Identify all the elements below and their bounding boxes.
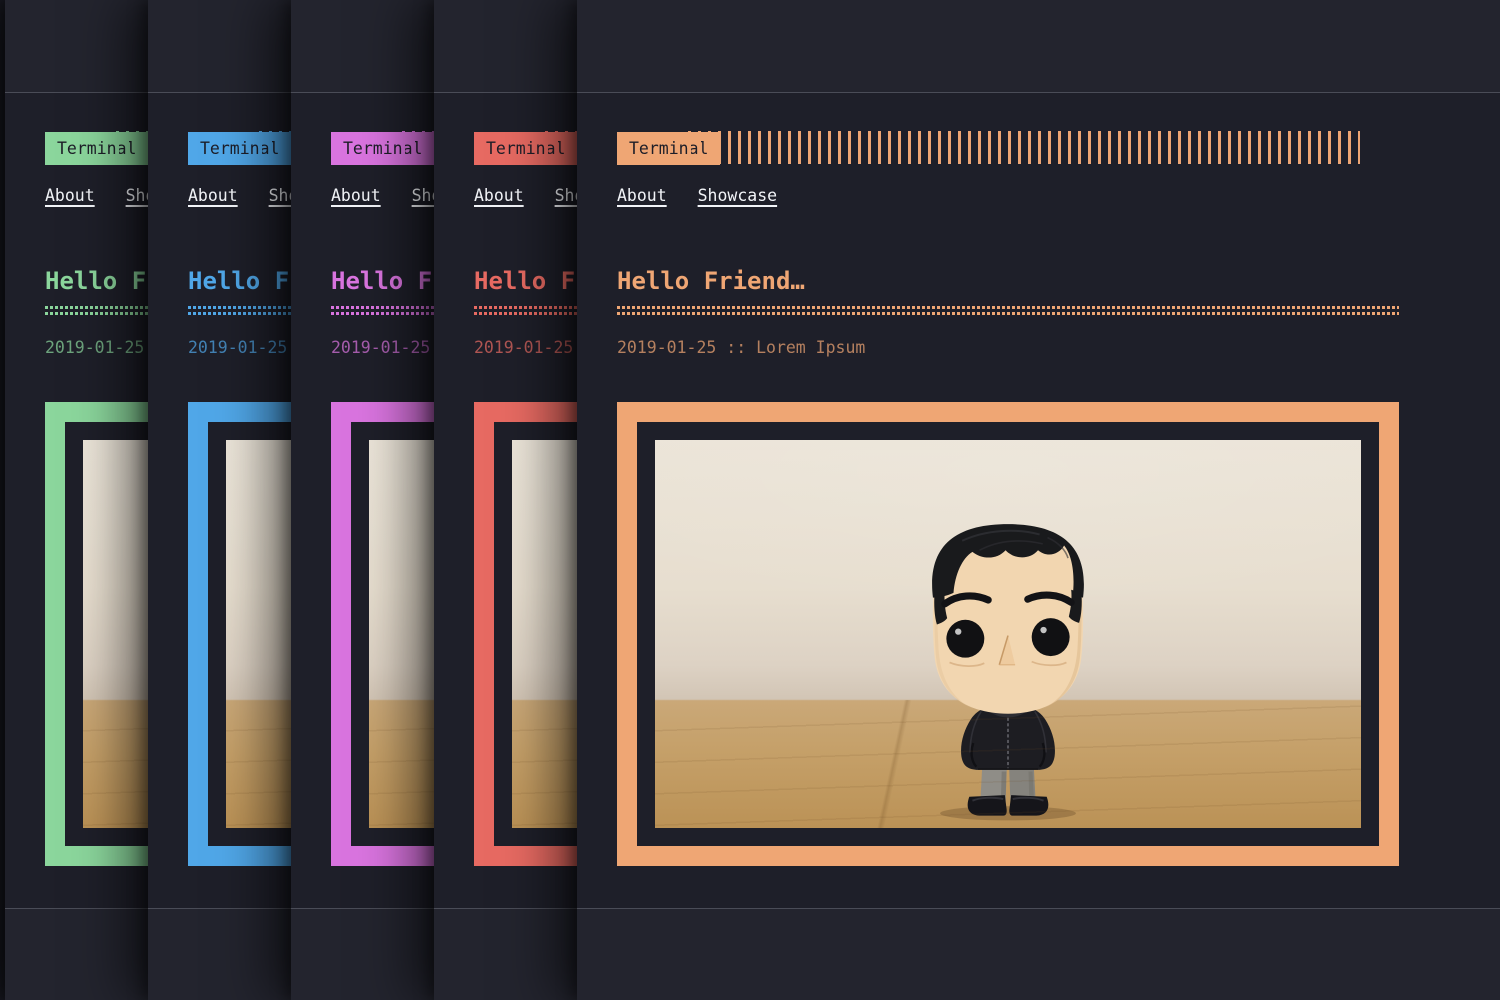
page-container: Terminal About Showcase Hello Friend… 20… [577,92,1500,909]
nav-link-about[interactable]: About [188,186,238,205]
post-image-frame [617,402,1399,866]
nav-link-about[interactable]: About [45,186,95,205]
figure-pants [980,757,1035,801]
nav-link-about[interactable]: About [331,186,381,205]
theme-showcase-stage: Terminal About Showcase Hello Friend… 20… [0,0,1500,1000]
nav-link-showcase[interactable]: Showcase [698,186,777,205]
dotted-divider [617,306,1399,315]
main-nav: About Showcase [617,186,798,205]
nav-link-about[interactable]: About [617,186,667,205]
logo-stripes-decoration-icon [688,131,1360,164]
post-photo [655,440,1361,828]
terminal-theme-card-orange: Terminal About Showcase Hello Friend… 20… [577,0,1500,1000]
figure-jacket [961,704,1055,770]
post-meta: 2019-01-25 :: Lorem Ipsum [617,338,865,357]
post-title: Hello Friend… [617,267,805,295]
nav-link-about[interactable]: About [474,186,524,205]
figure-shoes [968,795,1049,816]
figure-floor-shadow [940,806,1076,820]
funko-figure-illustration [913,506,1103,822]
